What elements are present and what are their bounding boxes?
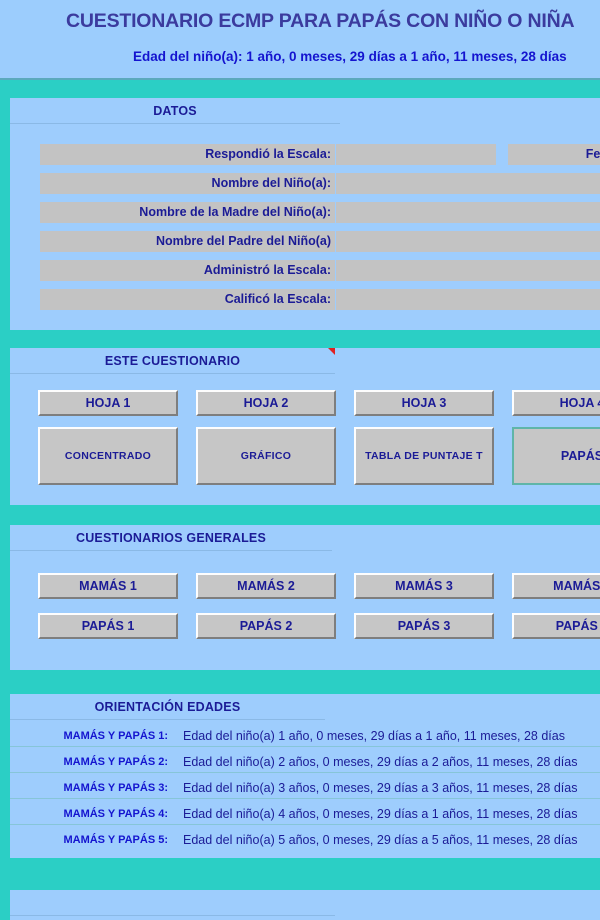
papas-1-label: PAPÁS 1 xyxy=(81,618,135,633)
datos-label-califico: Calificó la Escala: xyxy=(40,289,336,310)
datos-label-nombre-madre: Nombre de la Madre del Niño(a): xyxy=(40,202,336,223)
orientacion-key: MAMÁS Y PAPÁS 4: xyxy=(63,808,168,820)
datos-row-nombre-madre: Nombre de la Madre del Niño(a): xyxy=(40,202,600,223)
orientacion-value: Edad del niño(a) 3 años, 0 meses, 29 día… xyxy=(183,781,578,795)
hoja-1-button[interactable]: HOJA 1 xyxy=(38,390,178,416)
datos-label-nombre-nino: Nombre del Niño(a): xyxy=(40,173,336,194)
cuestionarios-generales-panel: CUESTIONARIOS GENERALES MAMÁS 1 MAMÁS 2 … xyxy=(10,525,600,670)
orientacion-key: MAMÁS Y PAPÁS 1: xyxy=(63,730,168,742)
datos-section-header: DATOS xyxy=(10,98,340,124)
orientacion-value: Edad del niño(a) 2 años, 0 meses, 29 día… xyxy=(183,755,578,769)
hoja-4-label: HOJA 4 xyxy=(559,395,600,410)
papas-4-button[interactable]: PAPÁS 4 xyxy=(512,613,600,639)
datos-input-nombre-nino[interactable] xyxy=(336,173,600,194)
datos-input-nombre-madre[interactable] xyxy=(336,202,600,223)
datos-label-respondio: Respondió la Escala: xyxy=(40,144,336,165)
datos-label-fecha: Fecha: xyxy=(508,144,600,165)
este-cuestionario-section-header: ESTE CUESTIONARIO xyxy=(10,348,335,374)
orientacion-value: Edad del niño(a) 4 años, 0 meses, 29 día… xyxy=(183,807,578,821)
orientacion-key: MAMÁS Y PAPÁS 3: xyxy=(63,782,168,794)
papas-3-button[interactable]: PAPÁS 3 xyxy=(354,613,494,639)
page-header: CUESTIONARIO ECMP PARA PAPÁS CON NIÑO O … xyxy=(0,0,600,80)
datos-row-nombre-nino: Nombre del Niño(a): xyxy=(40,173,600,194)
grafico-button[interactable]: GRÁFICO xyxy=(196,427,336,485)
datos-label-administro: Administró la Escala: xyxy=(40,260,336,281)
tabla-puntaje-t-button[interactable]: TABLA DE PUNTAJE T xyxy=(354,427,494,485)
orientacion-row[interactable]: MAMÁS Y PAPÁS 4: Edad del niño(a) 4 años… xyxy=(10,804,600,825)
orientacion-edades-section-title: ORIENTACIÓN EDADES xyxy=(94,700,241,714)
papas-2-label: PAPÁS 2 xyxy=(239,618,293,633)
mamas-2-label: MAMÁS 2 xyxy=(237,578,295,593)
datos-row-califico: Calificó la Escala: xyxy=(40,289,600,310)
hoja-1-label: HOJA 1 xyxy=(85,395,131,410)
datos-input-administro[interactable] xyxy=(336,260,600,281)
mamas-3-label: MAMÁS 3 xyxy=(395,578,453,593)
orientacion-edades-panel: ORIENTACIÓN EDADES MAMÁS Y PAPÁS 1: Edad… xyxy=(10,694,600,858)
mamas-4-button[interactable]: MAMÁS 4 xyxy=(512,573,600,599)
papas-1-button[interactable]: PAPÁS 1 xyxy=(38,613,178,639)
orientacion-row[interactable]: MAMÁS Y PAPÁS 2: Edad del niño(a) 2 años… xyxy=(10,752,600,773)
concentrado-label: CONCENTRADO xyxy=(64,449,152,462)
orientacion-key: MAMÁS Y PAPÁS 2: xyxy=(63,756,168,768)
datos-section-title: DATOS xyxy=(153,104,197,118)
mamas-1-label: MAMÁS 1 xyxy=(79,578,137,593)
orientacion-row[interactable]: MAMÁS Y PAPÁS 5: Edad del niño(a) 5 años… xyxy=(10,830,600,851)
papas-2-button[interactable]: PAPÁS 2 xyxy=(196,613,336,639)
este-cuestionario-panel: ESTE CUESTIONARIO HOJA 1 HOJA 2 HOJA 3 H… xyxy=(10,348,600,505)
este-cuestionario-section-title: ESTE CUESTIONARIO xyxy=(104,354,241,368)
orientacion-row[interactable]: MAMÁS Y PAPÁS 3: Edad del niño(a) 3 años… xyxy=(10,778,600,799)
tabla-puntaje-t-label: TABLA DE PUNTAJE T xyxy=(365,449,483,462)
orientacion-edades-section-header: ORIENTACIÓN EDADES xyxy=(10,694,325,720)
mamas-3-button[interactable]: MAMÁS 3 xyxy=(354,573,494,599)
mamas-4-label: MAMÁS 4 xyxy=(553,578,600,593)
orientacion-value: Edad del niño(a) 5 años, 0 meses, 29 día… xyxy=(183,833,578,847)
orientacion-key: MAMÁS Y PAPÁS 5: xyxy=(63,834,168,846)
hoja-3-label: HOJA 3 xyxy=(401,395,447,410)
comment-marker-icon xyxy=(328,348,335,355)
orientacion-value: Edad del niño(a) 1 año, 0 meses, 29 días… xyxy=(183,729,565,743)
papas-3-label: PAPÁS 3 xyxy=(397,618,451,633)
datos-row-respondio: Respondió la Escala: Fecha: xyxy=(40,144,600,165)
datos-row-nombre-padre: Nombre del Padre del Niño(a) xyxy=(40,231,600,252)
grafico-label: GRÁFICO xyxy=(240,449,292,462)
next-panel-partial xyxy=(10,890,600,920)
datos-label-nombre-padre: Nombre del Padre del Niño(a) xyxy=(40,231,336,252)
hoja-3-button[interactable]: HOJA 3 xyxy=(354,390,494,416)
mamas-2-button[interactable]: MAMÁS 2 xyxy=(196,573,336,599)
page-title: CUESTIONARIO ECMP PARA PAPÁS CON NIÑO O … xyxy=(66,10,575,32)
cuestionarios-generales-section-header: CUESTIONARIOS GENERALES xyxy=(10,525,332,551)
cuestionarios-generales-section-title: CUESTIONARIOS GENERALES xyxy=(75,531,267,545)
hoja-4-button[interactable]: HOJA 4 xyxy=(512,390,600,416)
orientacion-row[interactable]: MAMÁS Y PAPÁS 1: Edad del niño(a) 1 año,… xyxy=(10,726,600,747)
datos-input-nombre-padre[interactable] xyxy=(336,231,600,252)
page-subtitle: Edad del niño(a): 1 año, 0 meses, 29 día… xyxy=(133,49,567,64)
papas-label: PAPÁS xyxy=(560,448,600,463)
mamas-1-button[interactable]: MAMÁS 1 xyxy=(38,573,178,599)
datos-input-califico[interactable] xyxy=(336,289,600,310)
datos-row-administro: Administró la Escala: xyxy=(40,260,600,281)
papas-button[interactable]: PAPÁS xyxy=(512,427,600,485)
next-panel-header-partial xyxy=(10,890,335,916)
datos-input-respondio[interactable] xyxy=(336,144,496,165)
hoja-2-label: HOJA 2 xyxy=(243,395,289,410)
papas-4-label: PAPÁS 4 xyxy=(555,618,600,633)
datos-panel: DATOS Respondió la Escala: Fecha: Nombre… xyxy=(10,98,600,330)
hoja-2-button[interactable]: HOJA 2 xyxy=(196,390,336,416)
concentrado-button[interactable]: CONCENTRADO xyxy=(38,427,178,485)
